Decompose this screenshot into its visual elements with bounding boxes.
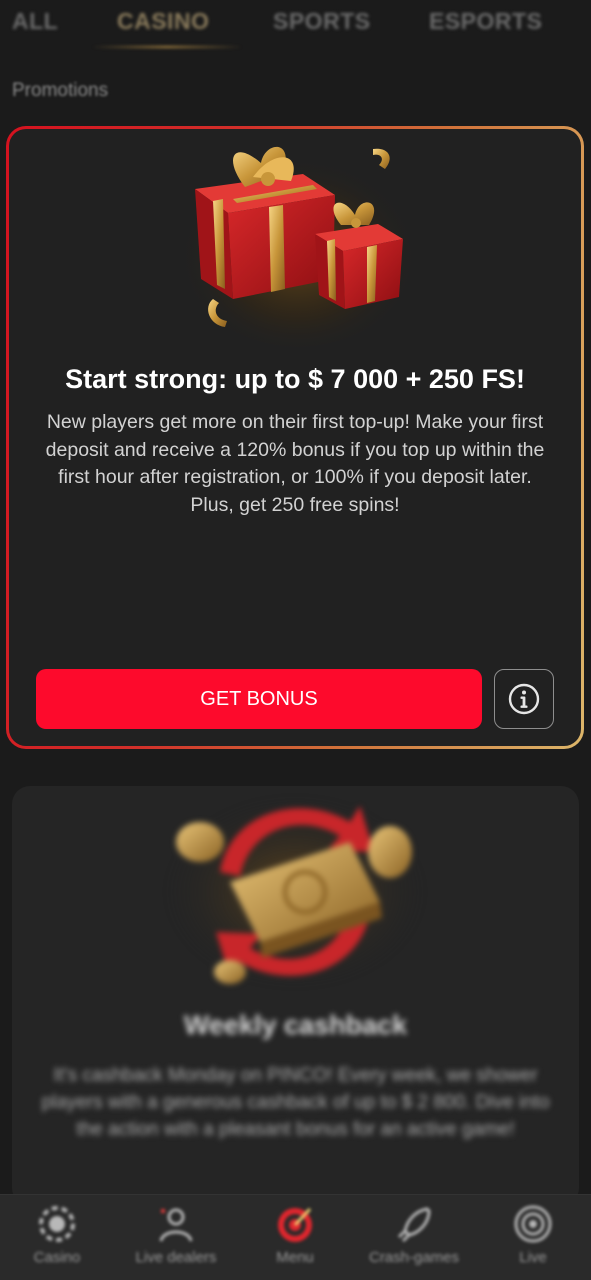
promo-title: Start strong: up to $ 7 000 + 250 FS!: [65, 364, 525, 394]
tab-sports[interactable]: SPORTS: [273, 8, 371, 35]
tab-all[interactable]: ALL: [12, 8, 58, 35]
section-title: Promotions: [12, 80, 109, 101]
info-button[interactable]: [494, 669, 554, 729]
tab-casino[interactable]: CASINO: [117, 8, 209, 35]
nav-label: Crash-games: [368, 1249, 460, 1266]
chip-icon: [39, 1206, 75, 1242]
category-tabs: ALL CASINO SPORTS ESPORTS: [0, 0, 591, 52]
bottom-nav-items: Casino Live dealers Menu Crash-games Liv…: [0, 1195, 591, 1280]
promo-card-content: Weekly cashback It's cashback Monday on …: [12, 786, 579, 1206]
info-icon: [508, 683, 540, 715]
nav-item-live-dealers[interactable]: Live dealers: [121, 1203, 231, 1266]
dealer-icon: [159, 1208, 193, 1242]
promo-card-start-strong: Start strong: up to $ 7 000 + 250 FS! Ne…: [9, 129, 581, 746]
nav-label: Live dealers: [135, 1249, 217, 1266]
bottom-nav: Casino Live dealers Menu Crash-games Liv…: [0, 1194, 591, 1280]
live-icon: [514, 1205, 552, 1243]
tab-esports[interactable]: ESPORTS: [429, 8, 542, 35]
rocket-icon: [397, 1207, 431, 1243]
gift-boxes-icon: [173, 129, 423, 351]
promo-card-border: Start strong: up to $ 7 000 + 250 FS! Ne…: [6, 126, 584, 749]
promo-description: It's cashback Monday on PINCO! Every wee…: [41, 1065, 550, 1140]
nav-item-crash-games[interactable]: Crash-games: [359, 1203, 469, 1266]
cashback-coins-icon: [160, 792, 430, 992]
promo-description: New players get more on their first top-…: [45, 411, 545, 516]
nav-item-menu[interactable]: Menu: [240, 1203, 350, 1266]
promo-card-weekly-cashback: Weekly cashback It's cashback Monday on …: [12, 786, 579, 1206]
nav-label: Live: [519, 1249, 547, 1266]
nav-item-casino[interactable]: Casino: [2, 1203, 112, 1266]
active-tab-indicator: [92, 46, 242, 48]
nav-label: Menu: [276, 1249, 314, 1266]
nav-item-live[interactable]: Live: [478, 1203, 588, 1266]
target-icon: [278, 1207, 312, 1242]
get-bonus-button[interactable]: GET BONUS: [36, 669, 482, 729]
nav-label: Casino: [33, 1249, 81, 1266]
promo-title: Weekly cashback: [183, 1010, 408, 1040]
